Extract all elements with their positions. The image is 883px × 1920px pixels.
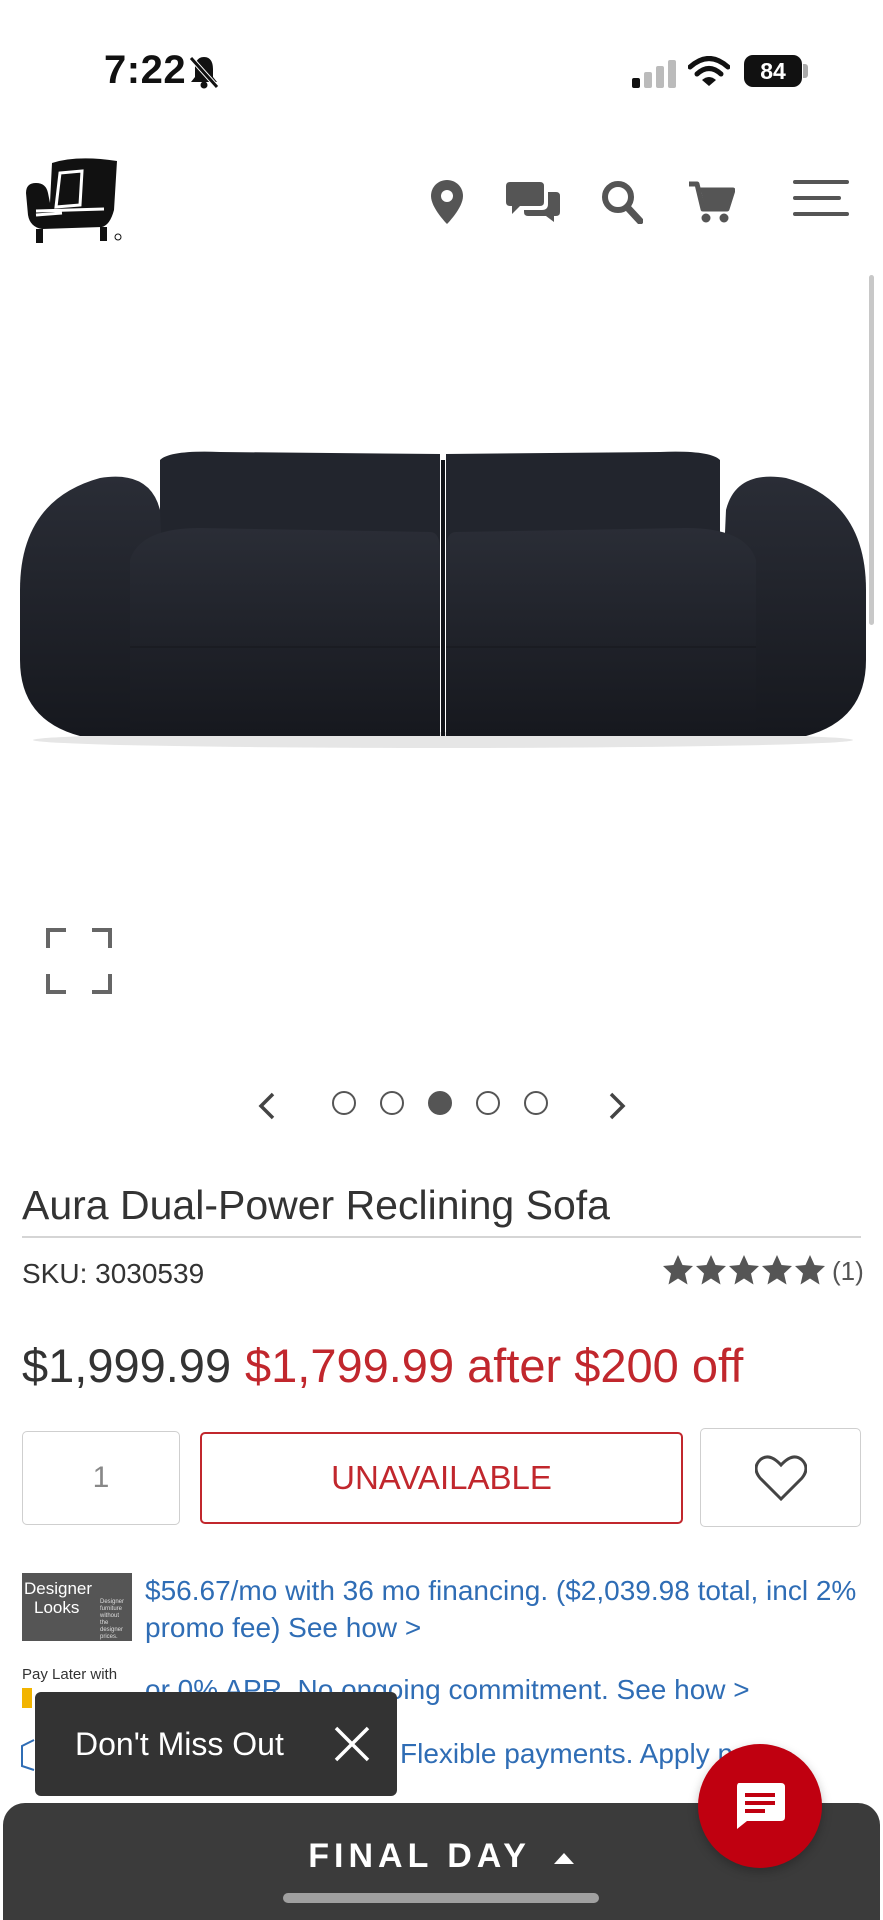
- product-image[interactable]: [20, 440, 866, 750]
- designer-looks-badge: Designer Looks Designer furniture withou…: [22, 1573, 132, 1641]
- cart-icon[interactable]: [688, 180, 736, 224]
- brand-logo[interactable]: [22, 155, 122, 247]
- sale-price: $1,799.99 after $200 off: [245, 1339, 744, 1392]
- battery-tip: [803, 64, 808, 78]
- product-sku: SKU: 3030539: [22, 1258, 205, 1289]
- dont-miss-out-toast[interactable]: Don't Miss Out: [35, 1692, 397, 1796]
- pay-later-logo-icon: [22, 1688, 32, 1708]
- wifi-icon: [688, 56, 730, 86]
- menu-icon[interactable]: [793, 178, 851, 218]
- carousel-dots: [332, 1091, 554, 1117]
- image-scrollbar[interactable]: [869, 275, 874, 625]
- carousel-dot[interactable]: [332, 1091, 356, 1115]
- fullscreen-icon[interactable]: [46, 928, 112, 994]
- message-icon: [737, 1783, 785, 1829]
- rating-count[interactable]: (1): [832, 1256, 864, 1287]
- close-icon[interactable]: [332, 1724, 372, 1764]
- silent-bell-icon: [189, 56, 219, 89]
- battery-indicator: 84: [744, 55, 802, 87]
- home-indicator: [283, 1893, 599, 1903]
- title-divider: [22, 1236, 861, 1238]
- caret-up-icon: [553, 1853, 574, 1865]
- carousel-dot[interactable]: [524, 1091, 548, 1115]
- product-title: Aura Dual-Power Reclining Sofa: [22, 1182, 610, 1228]
- unavailable-button[interactable]: UNAVAILABLE: [200, 1432, 683, 1524]
- carousel-prev-icon[interactable]: [255, 1090, 281, 1122]
- star-rating[interactable]: [662, 1254, 826, 1286]
- signal-icon: [632, 60, 676, 88]
- chat-fab-button[interactable]: [698, 1744, 822, 1868]
- chat-icon[interactable]: [505, 178, 561, 226]
- quantity-field[interactable]: 1: [22, 1431, 180, 1525]
- financing-link[interactable]: $56.67/mo with 36 mo financing. ($2,039.…: [145, 1572, 865, 1646]
- carousel-dot-active[interactable]: [428, 1091, 452, 1115]
- heart-icon: [754, 1454, 807, 1501]
- box-icon: [20, 1738, 36, 1772]
- carousel-dot[interactable]: [380, 1091, 404, 1115]
- carousel-dot[interactable]: [476, 1091, 500, 1115]
- original-price: $1,999.99: [22, 1339, 232, 1392]
- wishlist-button[interactable]: [700, 1428, 861, 1527]
- toast-text: Don't Miss Out: [75, 1725, 284, 1762]
- search-icon[interactable]: [598, 178, 646, 226]
- status-time: 7:22: [104, 48, 187, 92]
- pay-later-label: Pay Later with: [22, 1666, 118, 1683]
- store-location-icon[interactable]: [425, 178, 469, 226]
- carousel-next-icon[interactable]: [603, 1090, 629, 1122]
